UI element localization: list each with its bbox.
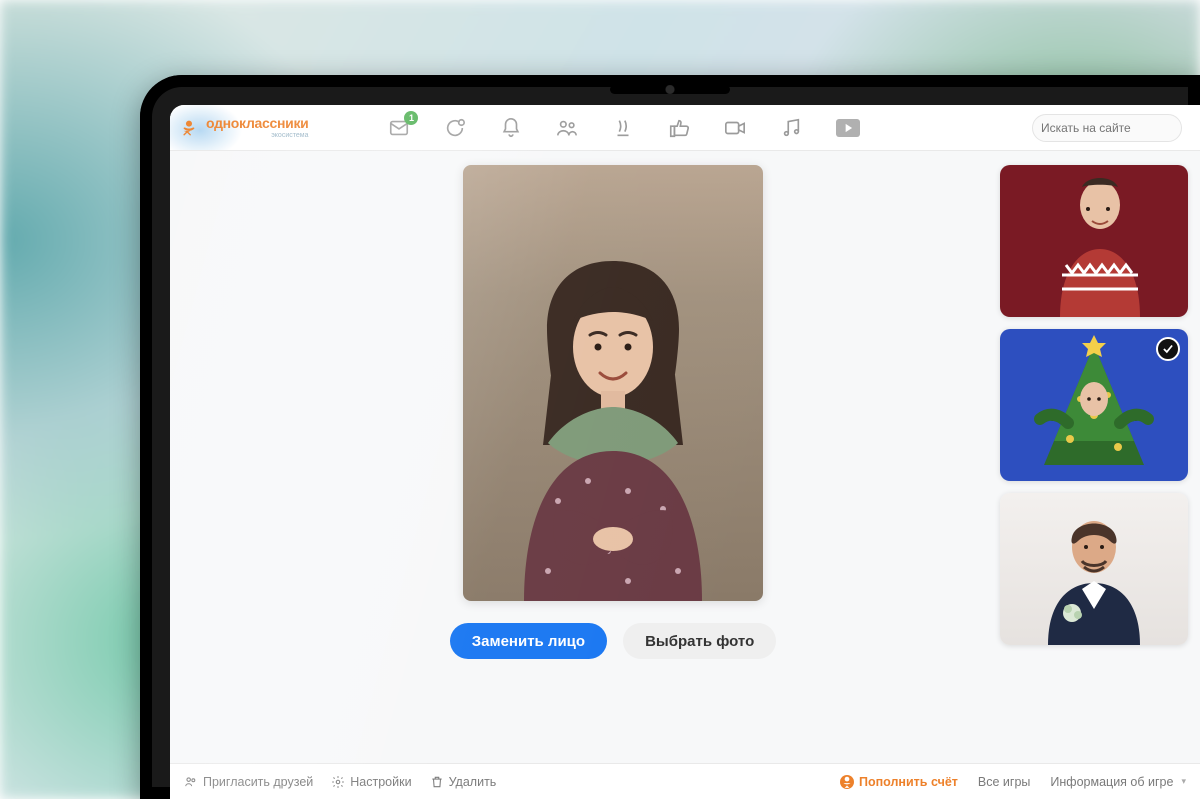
search-input[interactable] <box>1041 121 1196 135</box>
trash-icon <box>430 775 444 789</box>
thumb-3-figure <box>1000 493 1188 645</box>
all-games-link[interactable]: Все игры <box>978 775 1031 789</box>
center-column: Заменить лицо Выбрать фото <box>244 165 982 753</box>
ok-logo-icon <box>178 117 200 139</box>
main-photo-figure <box>478 251 748 601</box>
all-games-label: Все игры <box>978 775 1031 789</box>
brand-subtitle: экосистема <box>271 132 308 139</box>
friends-small-icon <box>184 775 198 789</box>
laptop-frame: одноклассники экосистема 1 <box>140 75 1200 799</box>
delete-label: Удалить <box>449 775 497 789</box>
thumb-2[interactable] <box>1000 329 1188 481</box>
content: Заменить лицо Выбрать фото <box>170 151 1200 763</box>
brand-name: одноклассники <box>206 116 308 130</box>
topup-label: Пополнить счёт <box>859 775 958 789</box>
likes-icon[interactable] <box>668 117 690 139</box>
video-icon[interactable] <box>724 117 746 139</box>
notifications-icon[interactable] <box>500 117 522 139</box>
choose-photo-button[interactable]: Выбрать фото <box>623 623 776 659</box>
discussions-icon[interactable] <box>444 117 466 139</box>
messages-icon[interactable]: 1 <box>388 117 410 139</box>
game-info-label: Информация об игре <box>1050 775 1173 789</box>
invite-friends-label: Пригласить друзей <box>203 775 313 789</box>
game-info-link[interactable]: Информация об игре ▾ <box>1050 775 1186 789</box>
messages-badge: 1 <box>404 111 418 125</box>
settings-label: Настройки <box>350 775 411 789</box>
gear-icon <box>331 775 345 789</box>
settings-link[interactable]: Настройки <box>331 775 411 789</box>
search-box[interactable] <box>1032 114 1182 142</box>
template-thumbnails <box>1000 165 1188 753</box>
friends-icon[interactable] <box>556 117 578 139</box>
laptop-camera <box>610 85 730 94</box>
footer-bar: Пригласить друзей Настройки Удалить Попо… <box>170 763 1200 799</box>
thumb-1[interactable] <box>1000 165 1188 317</box>
photo-actions: Заменить лицо Выбрать фото <box>450 623 777 659</box>
music-icon[interactable] <box>780 117 802 139</box>
topup-link[interactable]: Пополнить счёт <box>840 775 958 789</box>
video-tile-icon[interactable] <box>836 119 860 137</box>
guests-icon[interactable] <box>612 117 634 139</box>
screen: одноклассники экосистема 1 <box>170 105 1200 799</box>
replace-face-button[interactable]: Заменить лицо <box>450 623 607 659</box>
topup-icon <box>840 775 854 789</box>
selected-check-icon <box>1156 337 1180 361</box>
left-gutter <box>186 165 226 753</box>
chevron-down-icon: ▾ <box>1181 776 1186 787</box>
main-photo[interactable] <box>463 165 763 601</box>
invite-friends-link[interactable]: Пригласить друзей <box>184 775 313 789</box>
brand-logo-link[interactable]: одноклассники экосистема <box>178 116 308 139</box>
thumb-1-figure <box>1000 165 1188 317</box>
top-nav: одноклассники экосистема 1 <box>170 105 1200 151</box>
delete-link[interactable]: Удалить <box>430 775 497 789</box>
thumb-3[interactable] <box>1000 493 1188 645</box>
